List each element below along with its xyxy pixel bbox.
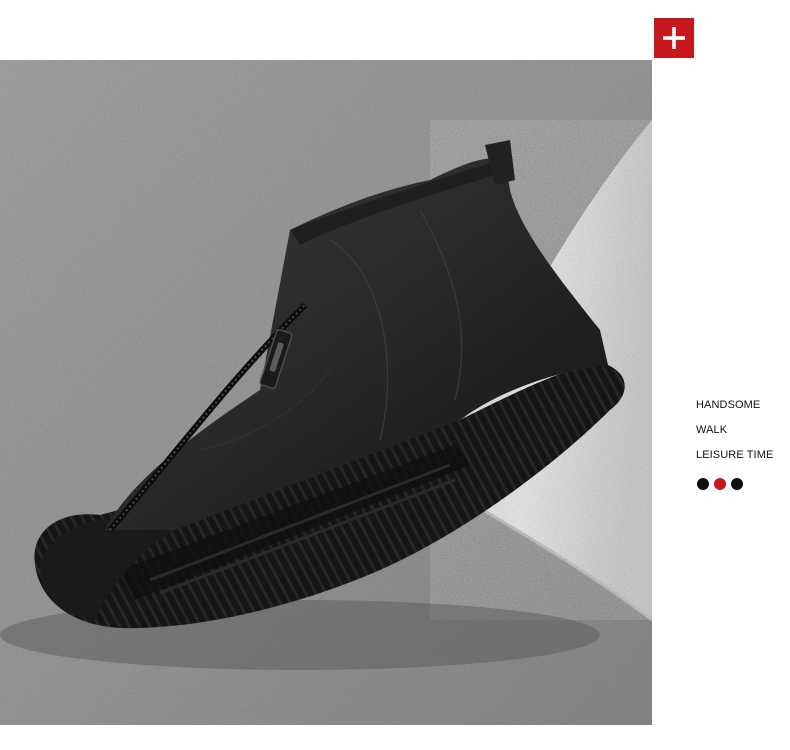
- feature-item: LEISURE TIME: [696, 449, 774, 461]
- color-swatches: [697, 478, 743, 490]
- color-swatch-black[interactable]: [731, 478, 743, 490]
- expand-plus-button[interactable]: [654, 18, 694, 58]
- product-photo: [0, 60, 652, 725]
- color-swatch-red[interactable]: [714, 478, 726, 490]
- color-swatch-black[interactable]: [697, 478, 709, 490]
- feature-list: HANDSOME WALK LEISURE TIME: [696, 397, 790, 472]
- feature-item: HANDSOME: [696, 399, 761, 411]
- plus-icon: [663, 27, 685, 49]
- feature-item: WALK: [696, 424, 728, 436]
